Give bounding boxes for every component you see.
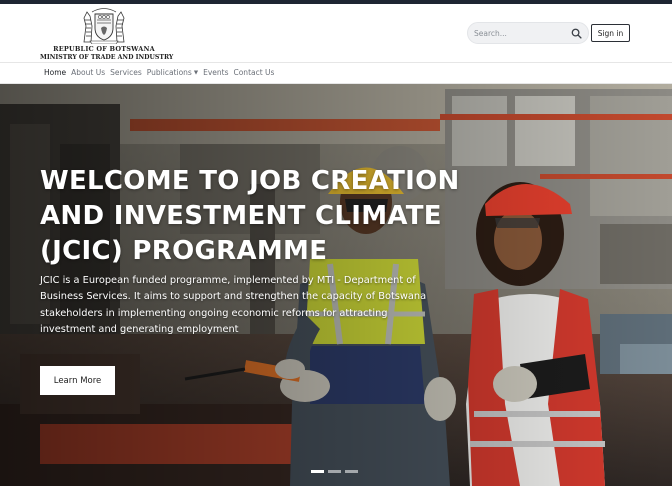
main-nav: Home About Us Services Publications ▼ Eve… [0, 62, 672, 84]
carousel-dot-2[interactable] [328, 470, 341, 473]
sign-in-button[interactable]: Sign in [591, 24, 630, 42]
ministry-logo[interactable]: REPUBLIC OF BOTSWANA MINISTRY OF TRADE A… [40, 6, 174, 62]
logo-country: REPUBLIC OF BOTSWANA [53, 45, 155, 53]
caret-down-icon: ▼ [193, 70, 199, 76]
search-icon[interactable] [571, 28, 582, 39]
nav-contact-us[interactable]: Contact Us [233, 68, 274, 77]
site-header: REPUBLIC OF BOTSWANA MINISTRY OF TRADE A… [0, 4, 672, 62]
hero-description: JCIC is a European funded programme, imp… [40, 275, 427, 335]
page-bottom [0, 486, 672, 493]
nav-events[interactable]: Events [203, 68, 228, 77]
search-input[interactable] [474, 26, 570, 41]
search-box [467, 22, 589, 44]
logo-ministry: MINISTRY OF TRADE AND INDUSTRY [40, 54, 174, 61]
carousel-dot-3[interactable] [345, 470, 358, 473]
learn-more-button[interactable]: Learn More [40, 366, 115, 395]
carousel-dot-1[interactable] [311, 470, 324, 473]
hero-banner: WELCOME TO JOB CREATION AND INVESTMENT C… [0, 84, 672, 486]
nav-home[interactable]: Home [44, 68, 66, 77]
nav-publications[interactable]: Publications ▼ [147, 68, 198, 77]
hero-title: WELCOME TO JOB CREATION AND INVESTMENT C… [40, 166, 460, 266]
nav-about-us[interactable]: About Us [71, 68, 105, 77]
carousel-indicators [311, 470, 358, 473]
coat-of-arms-icon [83, 8, 125, 44]
nav-services[interactable]: Services [110, 68, 142, 77]
nav-publications-label: Publications [146, 68, 192, 77]
